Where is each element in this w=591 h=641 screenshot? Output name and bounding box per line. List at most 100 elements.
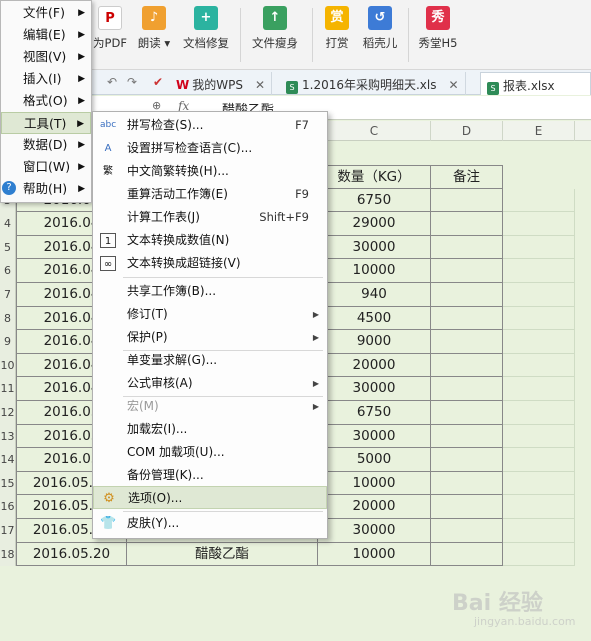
tab-my-wps[interactable]: W 我的WPS ✕ xyxy=(170,72,273,95)
redo-icon[interactable]: ↷ xyxy=(124,74,140,90)
pin-icon[interactable]: ✔ xyxy=(150,74,166,90)
table-cell[interactable] xyxy=(503,353,575,378)
table-cell[interactable] xyxy=(431,306,503,331)
menu-item-load-macro[interactable]: 加载宏(I)... xyxy=(93,418,327,441)
read-aloud-button[interactable]: ♪ 朗读 ▾ xyxy=(134,4,174,66)
table-cell[interactable] xyxy=(503,542,575,567)
table-cell[interactable] xyxy=(503,306,575,331)
file-slim-button[interactable]: ↑ 文件瘦身 xyxy=(248,4,302,66)
menu-insert[interactable]: 插入(I) ▶ xyxy=(1,68,91,90)
column-header[interactable]: E xyxy=(503,121,575,141)
table-cell[interactable] xyxy=(503,377,575,401)
row-header[interactable]: 15 xyxy=(0,471,16,496)
table-cell[interactable]: 2016.05.20 xyxy=(16,542,127,567)
menu-item-formula-audit[interactable]: 公式审核(A) ▶ xyxy=(93,372,327,395)
table-cell[interactable] xyxy=(503,448,575,472)
menu-data[interactable]: 数据(D) ▶ xyxy=(1,134,91,156)
table-cell[interactable] xyxy=(431,283,503,307)
table-cell[interactable]: 20000 xyxy=(318,353,431,378)
qty-header-cell[interactable]: 数量（KG） xyxy=(318,165,431,189)
menu-file[interactable]: 文件(F) ▶ xyxy=(1,2,91,24)
table-cell[interactable]: 10000 xyxy=(318,259,431,283)
table-cell[interactable]: 940 xyxy=(318,283,431,307)
table-cell[interactable] xyxy=(431,495,503,519)
table-cell[interactable]: 9000 xyxy=(318,330,431,354)
table-cell[interactable] xyxy=(503,495,575,519)
table-cell[interactable] xyxy=(431,353,503,378)
menu-item-macro[interactable]: 宏(M) ▶ xyxy=(93,395,327,418)
table-cell[interactable] xyxy=(431,330,503,354)
table-cell[interactable] xyxy=(503,259,575,283)
menu-tools[interactable]: 工具(T) ▶ xyxy=(1,112,91,134)
doc-repair-button[interactable]: + 文档修复 xyxy=(180,4,232,66)
row-header[interactable]: 10 xyxy=(0,353,16,378)
menu-item-chinese-convert[interactable]: 繁中文简繁转换(H)... xyxy=(93,160,327,183)
close-icon[interactable]: ✕ xyxy=(449,78,459,92)
table-cell[interactable]: 30000 xyxy=(318,424,431,449)
table-cell[interactable] xyxy=(431,188,503,213)
menu-item-spell-language[interactable]: A 设置拼写检查语言(C)... xyxy=(93,137,327,160)
table-cell[interactable] xyxy=(503,283,575,307)
table-cell[interactable] xyxy=(431,401,503,425)
column-header[interactable]: C xyxy=(318,121,431,141)
menu-help[interactable]: ? 帮助(H) ▶ xyxy=(1,178,91,200)
table-cell[interactable]: 10000 xyxy=(318,471,431,496)
table-cell[interactable] xyxy=(503,424,575,449)
menu-item-protect[interactable]: 保护(P) ▶ xyxy=(93,326,327,349)
h5-button[interactable]: 秀 秀堂H5 xyxy=(414,4,462,66)
menu-view[interactable]: 视图(V) ▶ xyxy=(1,46,91,68)
table-cell[interactable] xyxy=(431,212,503,236)
row-header[interactable]: 12 xyxy=(0,401,16,425)
table-cell[interactable]: 30000 xyxy=(318,235,431,260)
menu-edit[interactable]: 编辑(E) ▶ xyxy=(1,24,91,46)
menu-window[interactable]: 窗口(W) ▶ xyxy=(1,156,91,178)
menu-item-share-workbook[interactable]: 共享工作簿(B)... xyxy=(93,280,327,303)
menu-item-text-to-link[interactable]: ∞ 文本转换成超链接(V) xyxy=(93,252,327,275)
menu-item-calc-sheet[interactable]: 计算工作表(J) Shift+F9 xyxy=(93,206,327,229)
table-cell[interactable]: 29000 xyxy=(318,212,431,236)
table-cell[interactable]: 5000 xyxy=(318,448,431,472)
row-header[interactable]: 13 xyxy=(0,424,16,449)
undo-icon[interactable]: ↶ xyxy=(104,74,120,90)
table-cell[interactable] xyxy=(503,471,575,496)
column-header[interactable]: D xyxy=(431,121,503,141)
menu-item-goal-seek[interactable]: 单变量求解(G)... xyxy=(93,349,327,372)
row-header[interactable]: 9 xyxy=(0,330,16,354)
table-cell[interactable] xyxy=(503,235,575,260)
menu-item-revise[interactable]: 修订(T) ▶ xyxy=(93,303,327,326)
table-cell[interactable]: 醋酸乙酯 xyxy=(127,542,318,567)
row-header[interactable]: 5 xyxy=(0,235,16,260)
table-cell[interactable] xyxy=(431,377,503,401)
table-cell[interactable] xyxy=(503,212,575,236)
row-header[interactable]: 8 xyxy=(0,306,16,331)
table-cell[interactable] xyxy=(431,542,503,567)
menu-item-skin[interactable]: 👕 皮肤(Y)... xyxy=(93,512,327,535)
note-header-cell[interactable]: 备注 xyxy=(431,165,503,189)
close-icon[interactable]: ✕ xyxy=(255,78,265,92)
row-header[interactable]: 18 xyxy=(0,542,16,567)
tab-report-xlsx[interactable]: S 报表.xlsx xyxy=(480,72,591,95)
table-cell[interactable]: 4500 xyxy=(318,306,431,331)
row-header[interactable]: 17 xyxy=(0,519,16,543)
menu-item-com-addins[interactable]: COM 加载项(U)... xyxy=(93,441,327,464)
menu-item-options[interactable]: ⚙ 选项(O)... xyxy=(93,486,327,509)
reward-button[interactable]: 赏 打赏 xyxy=(318,4,356,66)
table-cell[interactable]: 6750 xyxy=(318,188,431,213)
table-cell[interactable]: 30000 xyxy=(318,377,431,401)
table-cell[interactable] xyxy=(503,188,575,213)
menu-item-backup[interactable]: 备份管理(K)... xyxy=(93,464,327,487)
table-cell[interactable]: 6750 xyxy=(318,401,431,425)
shell-button[interactable]: ↺ 稻壳儿 xyxy=(360,4,400,66)
to-pdf-button[interactable]: P 为PDF xyxy=(90,4,130,66)
row-header[interactable]: 4 xyxy=(0,212,16,236)
menu-item-recalc-workbook[interactable]: 重算活动工作簿(E) F9 xyxy=(93,183,327,206)
menu-item-text-to-number[interactable]: 1 文本转换成数值(N) xyxy=(93,229,327,252)
table-cell[interactable] xyxy=(431,424,503,449)
table-cell[interactable] xyxy=(431,235,503,260)
table-cell[interactable]: 10000 xyxy=(318,542,431,567)
table-cell[interactable] xyxy=(431,471,503,496)
row-header[interactable]: 6 xyxy=(0,259,16,283)
row-header[interactable]: 7 xyxy=(0,283,16,307)
row-header[interactable]: 16 xyxy=(0,495,16,519)
table-cell[interactable] xyxy=(503,330,575,354)
